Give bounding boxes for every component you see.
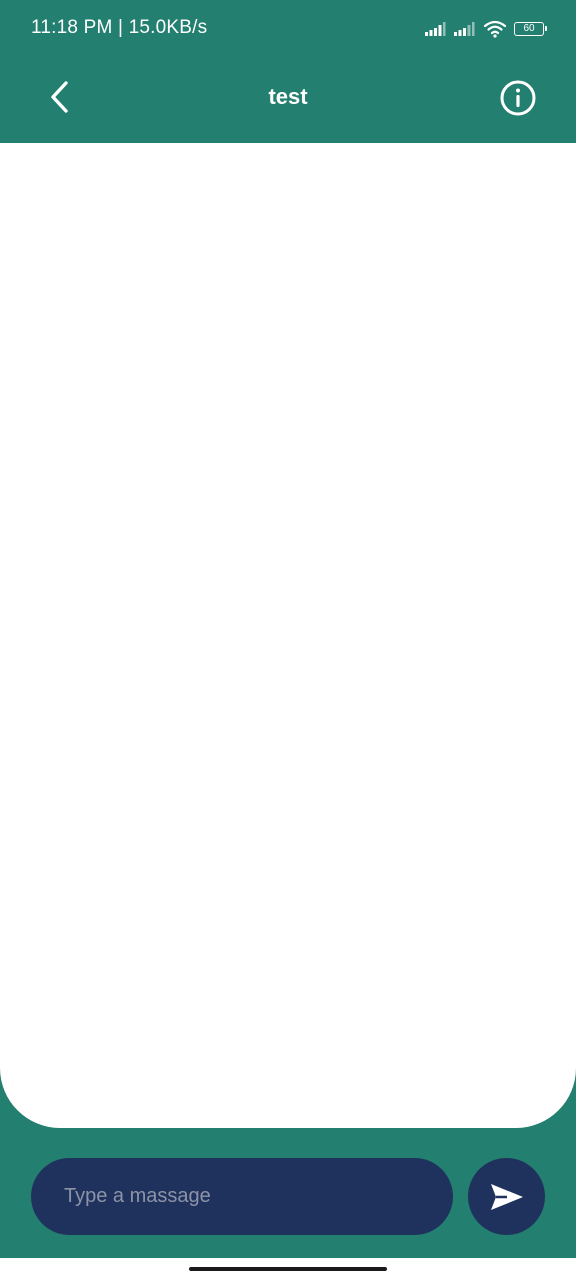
system-nav-bar — [0, 1258, 576, 1280]
signal-icon — [425, 22, 446, 36]
info-circle-icon — [500, 80, 536, 116]
battery-level: 60 — [523, 23, 535, 34]
status-bar: 11:18 PM | 15.0KB/s 60 — [0, 0, 576, 58]
status-icons: 60 — [425, 19, 547, 39]
message-input-container[interactable] — [31, 1158, 453, 1235]
message-input[interactable] — [62, 1184, 426, 1209]
send-button[interactable] — [468, 1158, 545, 1235]
wifi-icon — [483, 20, 507, 38]
chat-title: test — [268, 84, 308, 109]
status-time: 11:18 PM | 15.0KB/s — [31, 17, 208, 38]
signal-icon — [454, 22, 475, 36]
chat-screen: 11:18 PM | 15.0KB/s 60 test Type a massa… — [0, 0, 576, 1280]
header: 11:18 PM | 15.0KB/s 60 test — [0, 0, 576, 143]
battery-icon: 60 — [514, 22, 547, 36]
message-list[interactable] — [0, 143, 576, 1128]
send-icon — [490, 1183, 523, 1210]
info-button[interactable] — [498, 78, 538, 118]
message-composer — [0, 1158, 576, 1236]
home-indicator[interactable] — [189, 1267, 387, 1271]
app-bar: test — [0, 58, 576, 143]
